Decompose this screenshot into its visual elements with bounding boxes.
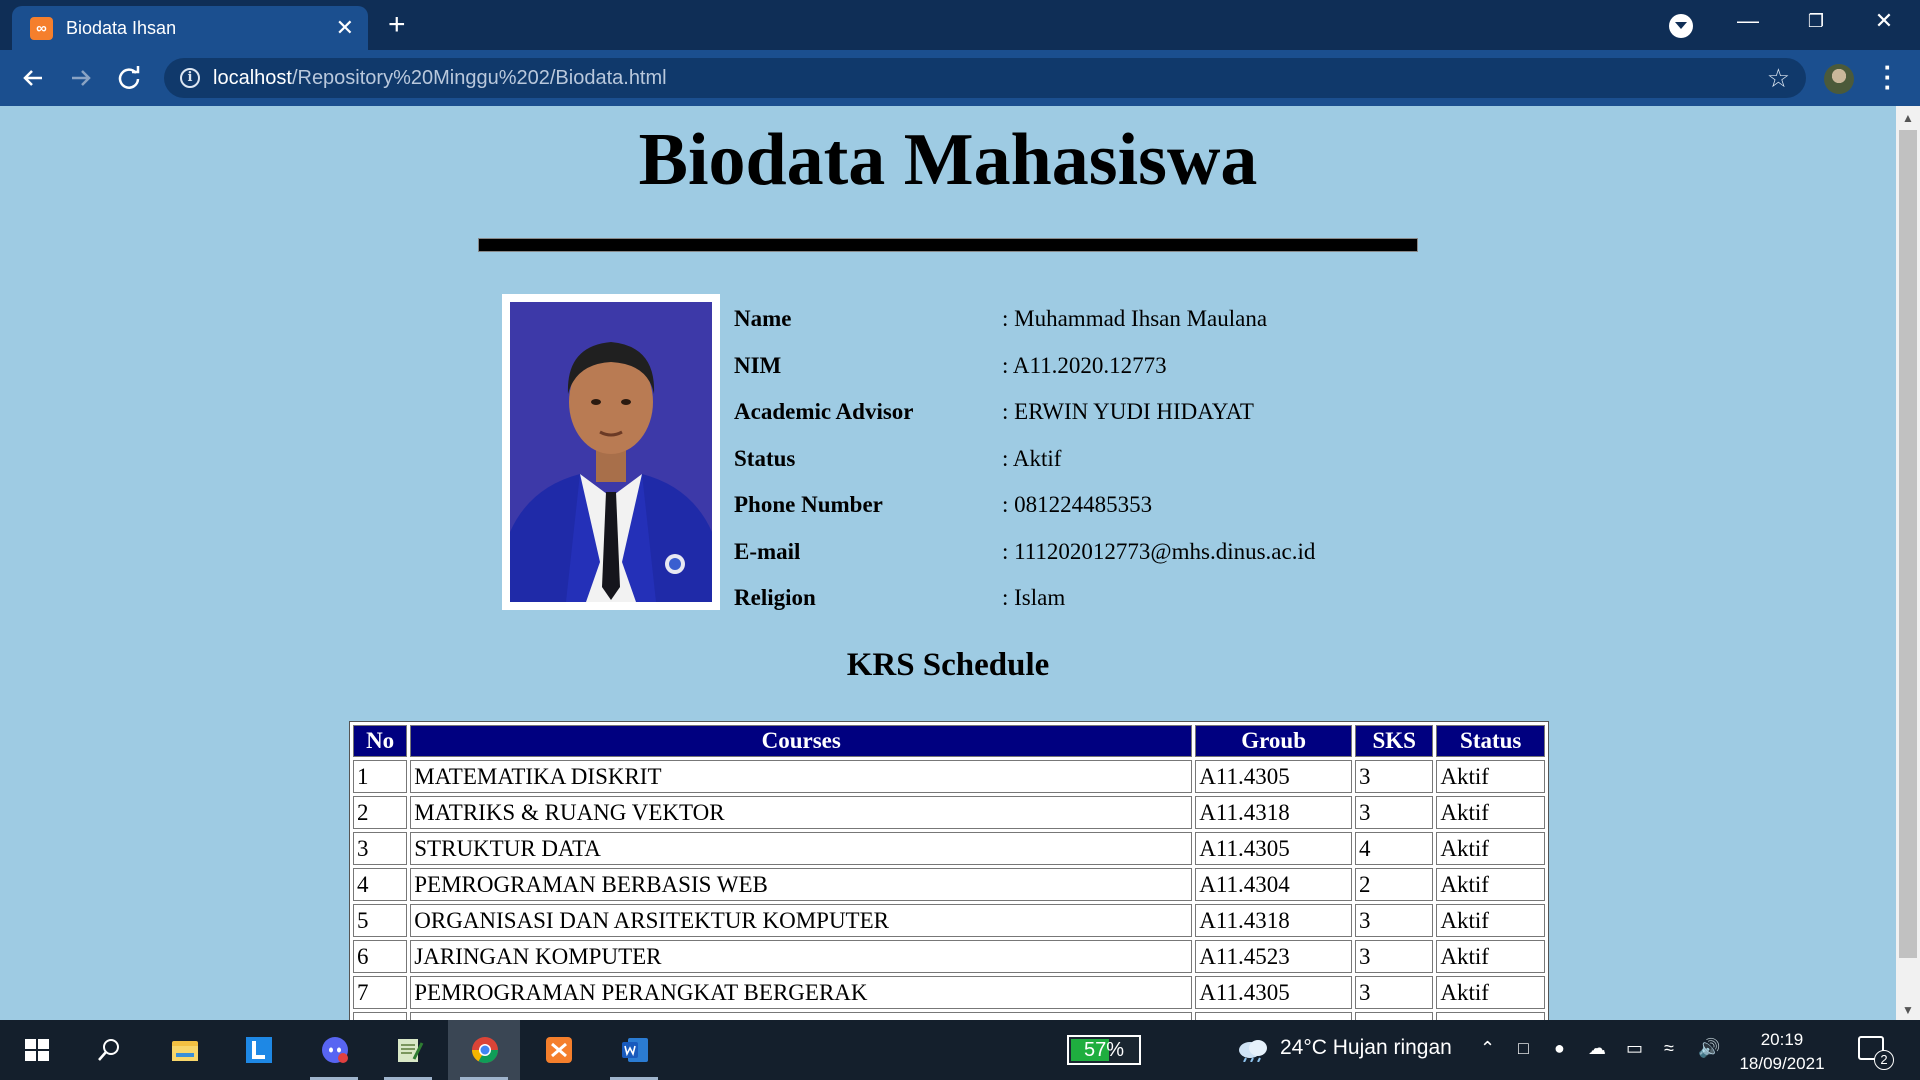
table-row: 4 PEMROGRAMAN BERBASIS WEB A11.4304 2 Aktif [353, 868, 1545, 901]
minimize-button[interactable]: — [1728, 8, 1768, 34]
table-row: 7 PEMROGRAMAN PERANGKAT BERGERAK A11.4305 3… [353, 976, 1545, 1009]
app-l-icon [246, 1037, 272, 1063]
notification-count: 2 [1874, 1050, 1894, 1070]
close-tab-icon[interactable]: ✕ [336, 15, 354, 41]
search-icon [98, 1039, 119, 1061]
krs-table: No Courses Groub SKS Status 1 MATEMATIKA … [349, 721, 1549, 1020]
restore-button[interactable]: ❐ [1796, 11, 1836, 32]
bio-row-phone: Phone Number: 081224485353 [734, 492, 1153, 517]
discord-icon [322, 1037, 348, 1063]
bio-row-email: E-mail: 111202012773@mhs.dinus.ac.id [734, 538, 1316, 564]
profile-avatar[interactable] [1824, 64, 1854, 94]
word-icon [622, 1038, 648, 1062]
scroll-thumb[interactable] [1899, 130, 1917, 958]
close-window-button[interactable]: ✕ [1864, 8, 1904, 34]
chevron-up-icon[interactable]: ⌃ [1480, 1038, 1495, 1059]
bio-row-advisor: Academic Advisor: ERWIN YUDI HIDAYAT [734, 399, 1254, 424]
battery-percent: 57% [1083, 1039, 1125, 1061]
taskbar-discord[interactable] [298, 1020, 370, 1080]
info-icon[interactable]: i [180, 68, 200, 88]
krs-title: KRS Schedule [846, 647, 1050, 683]
table-row: 3 STRUKTUR DATA A11.4305 4 Aktif [353, 832, 1545, 865]
table-row: 1 MATEMATIKA DISKRIT A11.4305 3 Aktif [353, 760, 1545, 793]
scroll-down-icon[interactable]: ▼ [1896, 1000, 1920, 1020]
clock[interactable]: 20:19 18/09/2021 [1736, 1028, 1828, 1076]
taskbar-notepad[interactable] [372, 1020, 444, 1080]
url-text[interactable]: localhost/Repository%20Minggu%202/Biodat… [213, 67, 667, 90]
volume-icon[interactable]: 🔊 [1698, 1038, 1720, 1059]
tab-biodata[interactable]: ∞ Biodata Ihsan ✕ [12, 6, 368, 50]
taskbar-word[interactable] [598, 1020, 670, 1080]
bookmark-star-icon[interactable]: ☆ [1767, 63, 1790, 94]
browser-tab-bar: ∞ Biodata Ihsan ✕ + — ❐ ✕ [0, 0, 1920, 50]
scroll-up-icon[interactable]: ▲ [1896, 108, 1920, 128]
student-photo [510, 302, 712, 602]
header-no: No [353, 725, 408, 757]
table-header-row: No Courses Groub SKS Status [353, 725, 1545, 757]
windows-taskbar: 57% 24°C Hujan ringan ⌃ □ ● ☁ ▭ ≈ 🔊 20:1… [0, 1020, 1920, 1080]
browser-toolbar: i localhost/Repository%20Minggu%202/Biod… [0, 50, 1920, 106]
taskbar-file-explorer[interactable] [148, 1020, 220, 1080]
clock-date: 18/09/2021 [1739, 1054, 1825, 1073]
xampp-icon [546, 1037, 572, 1063]
taskbar-xampp[interactable] [522, 1020, 594, 1080]
bio-row-status: Status: Aktif [734, 445, 1062, 471]
clock-time: 20:19 [1760, 1030, 1804, 1049]
reload-icon[interactable] [114, 63, 144, 93]
battery-widget[interactable]: 57% [1067, 1035, 1141, 1065]
file-explorer-icon [172, 1041, 198, 1061]
meet-icon[interactable]: □ [1518, 1038, 1529, 1059]
battery-icon[interactable]: ▭ [1626, 1038, 1643, 1059]
tab-title: Biodata Ihsan [66, 18, 177, 38]
table-row: 5 ORGANISASI DAN ARSITEKTUR KOMPUTER A11.4… [353, 904, 1545, 937]
chevron-down-icon [1675, 22, 1687, 29]
page-title: Biodata Mahasiswa [638, 119, 1258, 201]
taskbar-chrome[interactable] [448, 1020, 520, 1080]
start-icon [25, 1039, 49, 1061]
weather-text[interactable]: 24°C Hujan ringan [1280, 1036, 1452, 1060]
forward-icon[interactable] [66, 63, 96, 93]
table-row [353, 1012, 1545, 1020]
header-courses: Courses [410, 725, 1193, 757]
photo-frame [502, 294, 720, 610]
new-tab-button[interactable]: + [388, 8, 406, 42]
table-row: 2 MATRIKS & RUANG VEKTOR A11.4318 3 Aktif [353, 796, 1545, 829]
chrome-icon [471, 1037, 499, 1064]
table-row: 6 JARINGAN KOMPUTER A11.4523 3 Aktif [353, 940, 1545, 973]
header-groub: Groub [1195, 725, 1353, 757]
xampp-icon: ∞ [30, 17, 53, 40]
onedrive-icon[interactable]: ☁ [1588, 1038, 1606, 1059]
header-sks: SKS [1355, 725, 1434, 757]
biodata-list: Name: Muhammad Ihsan Maulana NIM: A11.20… [734, 296, 1434, 622]
vertical-scrollbar[interactable]: ▲ ▼ [1896, 106, 1920, 1020]
microphone-icon[interactable]: ● [1554, 1038, 1565, 1059]
horizontal-rule [478, 238, 1418, 252]
back-icon[interactable] [18, 63, 48, 93]
browser-menu-icon[interactable]: · · · [1878, 54, 1898, 100]
cloud-rain-icon [1239, 1040, 1267, 1062]
bio-row-religion: Religion: Islam [734, 585, 1066, 610]
taskbar-app-l[interactable] [222, 1020, 294, 1080]
bio-row-nim: NIM: A11.2020.12773 [734, 352, 1167, 378]
notepad-icon [398, 1039, 424, 1062]
tab-search-button[interactable] [1669, 14, 1693, 38]
bio-row-name: Name: Muhammad Ihsan Maulana [734, 306, 1268, 331]
header-status: Status [1436, 725, 1545, 757]
page-content: Biodata Mahasiswa Name: Muhammad Ihsan M… [0, 106, 1896, 1020]
wifi-icon[interactable]: ≈ [1664, 1038, 1674, 1059]
start-button[interactable] [0, 1020, 72, 1080]
address-bar[interactable]: i localhost/Repository%20Minggu%202/Biod… [164, 58, 1806, 98]
search-button[interactable] [72, 1020, 144, 1080]
